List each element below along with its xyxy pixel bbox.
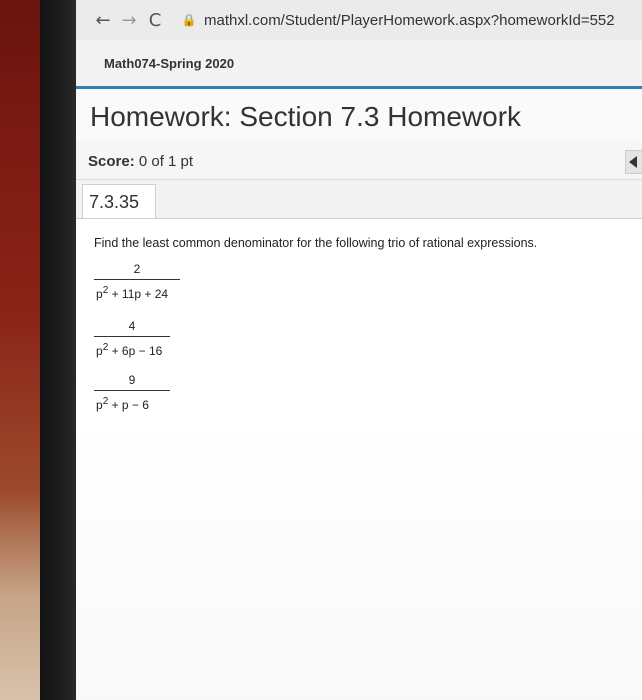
problem-instructions: Find the least common denominator for th… <box>94 236 538 250</box>
browser-screen: ← → C 🔒 mathxl.com/Student/PlayerHomewor… <box>76 0 642 700</box>
collapse-panel-button[interactable] <box>625 150 642 174</box>
chevron-left-icon <box>629 156 637 168</box>
score-label: Score: <box>88 153 135 170</box>
fraction-bar <box>94 279 180 280</box>
reload-icon[interactable]: C <box>142 10 168 31</box>
course-header: Math074-Spring 2020 <box>76 40 642 88</box>
problem-content: Find the least common denominator for th… <box>76 218 642 700</box>
score-value: 0 of 1 pt <box>138 153 194 170</box>
rational-expression-2: 4 p2 + 6p − 16 <box>94 318 170 358</box>
fraction-bar <box>94 390 170 391</box>
rational-expression-1: 2 p2 + 11p + 24 <box>94 261 180 301</box>
fraction-bar <box>94 336 170 337</box>
score-text: Score: 0 of 1 pt <box>88 153 193 170</box>
homework-header: Homework: Section 7.3 Homework <box>76 89 642 142</box>
numerator: 4 <box>128 319 136 333</box>
denominator: p2 + p − 6 <box>96 396 149 412</box>
laptop-bezel <box>40 0 76 700</box>
numerator: 2 <box>133 262 141 276</box>
rational-expression-3: 9 p2 + p − 6 <box>94 372 170 412</box>
course-title: Math074-Spring 2020 <box>104 56 235 71</box>
forward-arrow-icon[interactable]: → <box>116 10 142 31</box>
address-bar[interactable]: mathxl.com/Student/PlayerHomework.aspx?h… <box>204 12 615 29</box>
background-fabric <box>0 0 42 700</box>
problem-number: 7.3.35 <box>89 192 140 212</box>
problem-number-tab: 7.3.35 <box>82 184 156 219</box>
lock-icon: 🔒 <box>181 13 197 27</box>
numerator: 9 <box>128 373 136 387</box>
denominator: p2 + 11p + 24 <box>96 285 169 301</box>
back-arrow-icon[interactable]: ← <box>90 10 116 31</box>
homework-title: Homework: Section 7.3 Homework <box>90 101 522 132</box>
browser-toolbar: ← → C 🔒 mathxl.com/Student/PlayerHomewor… <box>76 0 642 40</box>
denominator: p2 + 6p − 16 <box>96 342 163 358</box>
score-bar: Score: 0 of 1 pt <box>76 141 642 180</box>
